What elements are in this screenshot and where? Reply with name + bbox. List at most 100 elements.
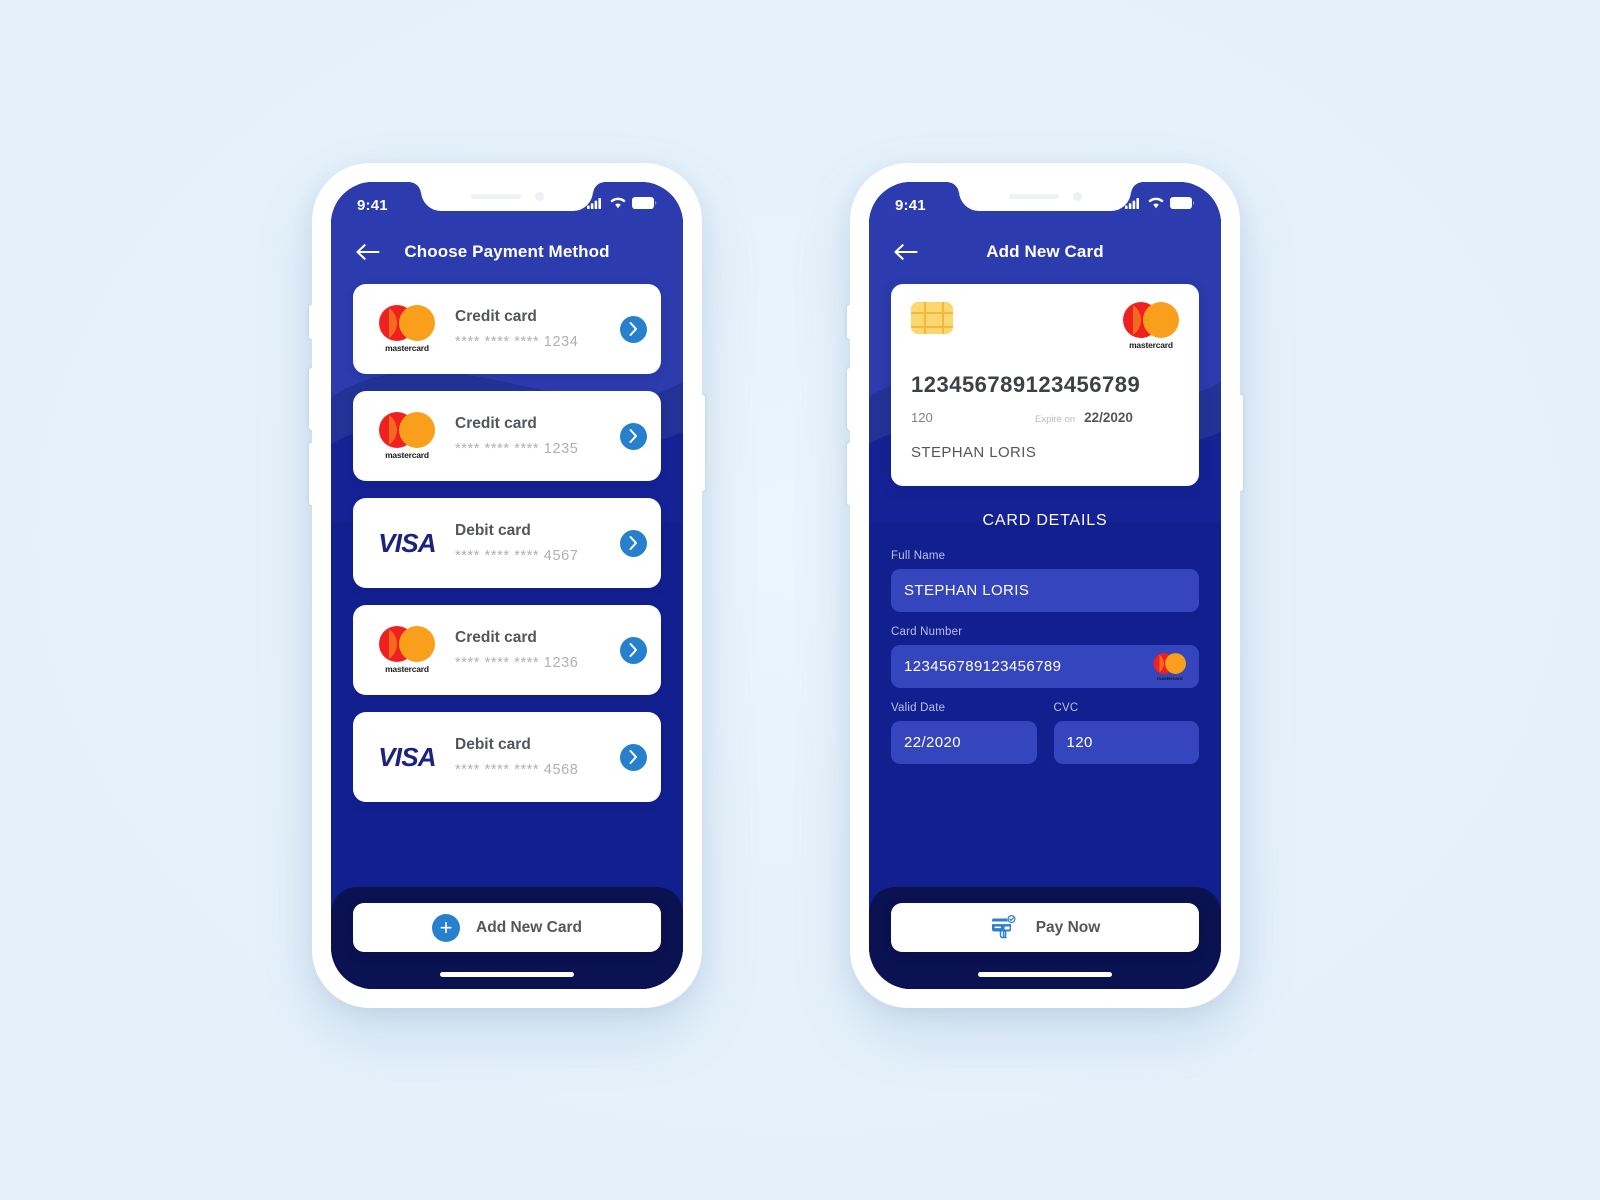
mastercard-logo: mastercard <box>371 412 443 460</box>
list-item[interactable]: mastercard Credit card **** **** **** 12… <box>353 605 661 695</box>
mastercard-logo: mastercard <box>371 305 443 353</box>
phone-device-add-new-card: 9:41 Add New Card mastercard 12345678912… <box>847 163 1243 1008</box>
front-camera <box>1072 192 1082 201</box>
chevron-right-icon[interactable] <box>620 636 647 664</box>
volume-up-button[interactable] <box>847 368 851 430</box>
status-icons <box>1125 196 1195 214</box>
valid-date-column: Valid Date 22/2020 <box>891 702 1037 778</box>
app-bar: Choose Payment Method <box>331 228 683 276</box>
screen-add-new-card: 9:41 Add New Card mastercard 12345678912… <box>869 182 1221 989</box>
full-name-field[interactable]: STEPHAN LORIS <box>891 569 1199 612</box>
mastercard-wordmark: mastercard <box>385 664 429 674</box>
add-new-card-button[interactable]: + Add New Card <box>353 903 661 952</box>
card-preview-meta: 120 Expire on 22/2020 <box>911 410 1179 425</box>
method-title: Debit card <box>455 736 531 753</box>
bottom-action-bar: + Add New Card <box>331 887 683 989</box>
status-icons <box>587 196 657 214</box>
chevron-right-icon[interactable] <box>620 743 647 771</box>
device-notch <box>421 182 593 211</box>
add-card-form: mastercard 123456789123456789 120 Expire… <box>869 276 1221 887</box>
earpiece-speaker <box>1008 194 1059 199</box>
mastercard-wordmark: mastercard <box>1129 340 1173 350</box>
wifi-icon <box>610 196 626 214</box>
pay-now-label: Pay Now <box>1035 918 1101 936</box>
back-arrow-icon[interactable] <box>353 237 383 267</box>
device-notch <box>959 182 1131 211</box>
card-preview-expire-value: 22/2020 <box>1084 410 1133 425</box>
mastercard-logo: mastercard <box>1123 302 1179 350</box>
mastercard-wordmark: mastercard <box>385 450 429 460</box>
valid-date-field[interactable]: 22/2020 <box>891 721 1037 764</box>
battery-icon <box>1170 196 1195 214</box>
method-number: **** **** **** 1235 <box>455 441 579 457</box>
card-number-field[interactable]: 123456789123456789 mastercard <box>891 645 1199 688</box>
card-number-value: 123456789123456789 <box>904 658 1062 675</box>
method-title: Credit card <box>455 415 537 432</box>
plus-circle-icon: + <box>432 913 461 942</box>
battery-icon <box>632 196 657 214</box>
earpiece-speaker <box>470 194 521 199</box>
mastercard-wordmark: mastercard <box>385 343 429 353</box>
mute-switch[interactable] <box>847 305 851 339</box>
method-text: Debit card **** **** **** 4568 <box>443 736 620 778</box>
method-number: **** **** **** 1236 <box>455 655 579 671</box>
page-title: Add New Card <box>986 242 1104 261</box>
chevron-right-icon[interactable] <box>620 422 647 450</box>
payment-method-list: mastercard Credit card **** **** **** 12… <box>331 276 683 887</box>
method-number: **** **** **** 1234 <box>455 334 579 350</box>
cvc-column: CVC 120 <box>1053 702 1199 778</box>
full-name-label: Full Name <box>891 550 946 562</box>
plus-glyph: + <box>439 914 453 940</box>
visa-logo: VISA <box>371 528 443 559</box>
stage: 9:41 Choose Payment Method mastercard Cr… <box>0 0 1600 1200</box>
mastercard-logo: mastercard <box>371 626 443 674</box>
pay-now-button[interactable]: Pay Now <box>891 903 1199 952</box>
visa-logo: VISA <box>371 742 443 773</box>
list-item[interactable]: VISA Debit card **** **** **** 4567 <box>353 498 661 588</box>
card-preview-cvc: 120 <box>911 410 933 425</box>
list-item[interactable]: mastercard Credit card **** **** **** 12… <box>353 391 661 481</box>
cvc-value: 120 <box>1066 734 1093 751</box>
card-number-label: Card Number <box>891 626 963 638</box>
list-item[interactable]: mastercard Credit card **** **** **** 12… <box>353 284 661 374</box>
card-details-section-title: CARD DETAILS <box>982 512 1108 529</box>
chevron-right-icon[interactable] <box>620 529 647 557</box>
emv-chip-icon <box>911 302 953 334</box>
home-indicator[interactable] <box>978 972 1112 977</box>
valid-date-cvc-row: Valid Date 22/2020 CVC 120 <box>891 702 1199 778</box>
add-new-card-label: Add New Card <box>476 918 582 936</box>
cvc-field[interactable]: 120 <box>1053 721 1199 764</box>
method-title: Credit card <box>455 629 537 646</box>
status-time: 9:41 <box>895 196 926 214</box>
full-name-value: STEPHAN LORIS <box>904 582 1030 599</box>
volume-down-button[interactable] <box>847 443 851 505</box>
chevron-right-icon[interactable] <box>620 315 647 343</box>
valid-date-label: Valid Date <box>891 702 946 714</box>
method-text: Debit card **** **** **** 4567 <box>443 522 620 564</box>
card-preview-expire-label: Expire on <box>1035 414 1076 425</box>
method-number: **** **** **** 4567 <box>455 548 579 564</box>
volume-down-button[interactable] <box>309 443 313 505</box>
front-camera <box>534 192 544 201</box>
card-preview-number: 123456789123456789 <box>911 372 1141 397</box>
power-button[interactable] <box>1239 395 1243 491</box>
page-title: Choose Payment Method <box>404 242 610 261</box>
list-item[interactable]: VISA Debit card **** **** **** 4568 <box>353 712 661 802</box>
visa-wordmark: VISA <box>378 741 436 772</box>
volume-up-button[interactable] <box>309 368 313 430</box>
home-indicator[interactable] <box>440 972 574 977</box>
method-title: Credit card <box>455 308 537 325</box>
mastercard-logo: mastercard <box>1153 652 1186 680</box>
card-preview-top: mastercard <box>911 302 1179 350</box>
wifi-icon <box>1148 196 1164 214</box>
power-button[interactable] <box>701 395 705 491</box>
visa-wordmark: VISA <box>378 527 436 558</box>
screen-choose-payment: 9:41 Choose Payment Method mastercard Cr… <box>331 182 683 989</box>
method-text: Credit card **** **** **** 1235 <box>443 415 620 457</box>
mute-switch[interactable] <box>309 305 313 339</box>
bottom-action-bar: Pay Now <box>869 887 1221 989</box>
back-arrow-icon[interactable] <box>891 237 921 267</box>
method-title: Debit card <box>455 522 531 539</box>
card-preview-holder-name: STEPHAN LORIS <box>911 444 1037 461</box>
method-text: Credit card **** **** **** 1236 <box>443 629 620 671</box>
